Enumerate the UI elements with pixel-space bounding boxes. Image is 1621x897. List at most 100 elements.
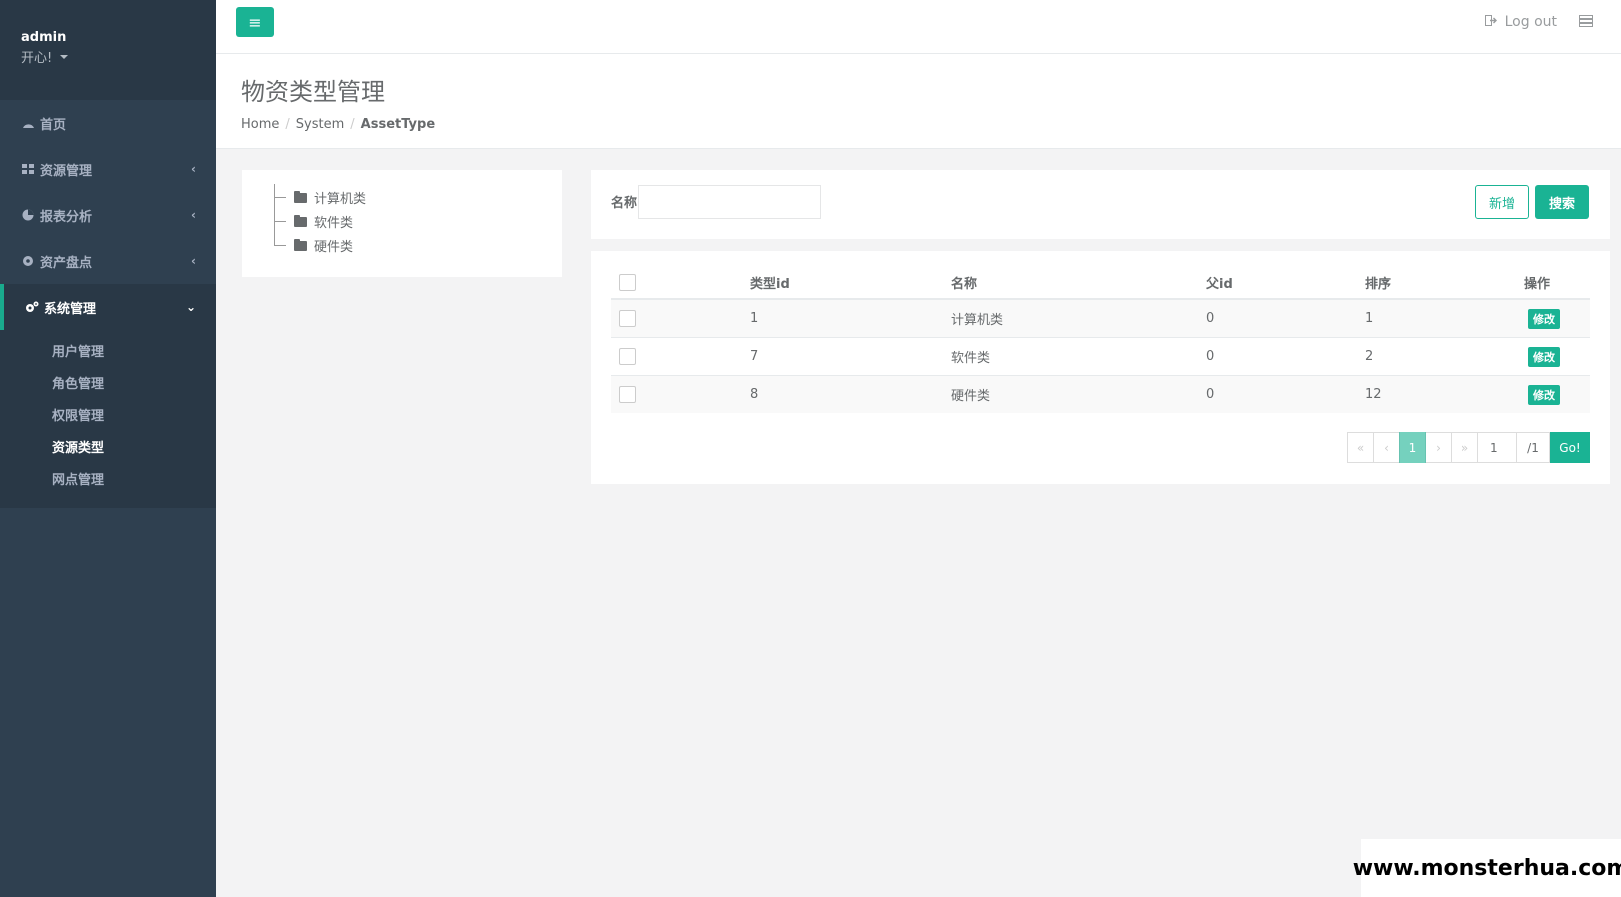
tasks-icon[interactable]: [1579, 15, 1593, 31]
sign-out-icon: [1484, 14, 1497, 30]
sidebar-item-reports[interactable]: 报表分析 ‹: [0, 192, 216, 238]
top-navbar: ≡ Log out: [216, 0, 1621, 54]
cell-parent: 0: [1206, 387, 1215, 402]
cell-order: 12: [1365, 387, 1382, 402]
grid-icon: [21, 162, 35, 176]
column-header[interactable]: 名称: [951, 273, 977, 292]
cell-id: 7: [750, 349, 759, 364]
edit-button[interactable]: 修改: [1528, 308, 1560, 329]
sidebar-subitem-permissions[interactable]: 权限管理: [0, 398, 216, 430]
tree-branch: [274, 197, 286, 198]
column-header[interactable]: 父id: [1206, 273, 1233, 292]
tree-node[interactable]: 硬件类: [274, 236, 353, 255]
chevron-left-icon: ‹: [191, 208, 196, 222]
cell-order: 1: [1365, 311, 1374, 326]
cell-id: 8: [750, 387, 759, 402]
page-title: 物资类型管理: [241, 78, 385, 106]
page-heading: 物资类型管理 Home / System / AssetType: [216, 54, 1621, 149]
folder-icon: [294, 214, 307, 227]
hamburger-icon: ≡: [248, 12, 262, 32]
table-header-row: 类型id 名称 父id 排序 操作: [611, 267, 1590, 299]
breadcrumb-current: AssetType: [360, 117, 436, 132]
profile-status: 开心!: [21, 51, 53, 66]
pagination: « ‹ 1 › » 1 /1 Go!: [1347, 432, 1590, 463]
sidebar-item-label: 资源管理: [40, 163, 93, 179]
tree-node-label: 计算机类: [314, 192, 367, 207]
edit-button[interactable]: 修改: [1528, 346, 1560, 367]
tree-node-label: 硬件类: [314, 240, 354, 255]
page-number-input[interactable]: 1: [1477, 432, 1517, 463]
prev-page-button[interactable]: ‹: [1373, 432, 1400, 463]
breadcrumb-separator: /: [285, 117, 290, 132]
sidebar-item-label: 首页: [40, 117, 67, 133]
type-tree-panel: 计算机类 软件类 硬件类: [242, 170, 562, 277]
go-button[interactable]: Go!: [1550, 432, 1590, 463]
folder-icon: [294, 238, 307, 251]
column-header[interactable]: 排序: [1365, 273, 1391, 292]
column-header[interactable]: 类型id: [750, 273, 790, 292]
column-header: 操作: [1524, 277, 1551, 292]
table-row: 7 软件类 0 2 修改: [611, 337, 1590, 375]
sidebar-item-resources[interactable]: 资源管理 ‹: [0, 146, 216, 192]
page-total: /1: [1516, 432, 1550, 463]
gear-icon: [21, 254, 35, 268]
cell-order: 2: [1365, 349, 1374, 364]
profile: admin 开心!: [0, 0, 216, 100]
current-page[interactable]: 1: [1399, 432, 1426, 463]
last-page-button[interactable]: »: [1451, 432, 1478, 463]
chevron-left-icon: ‹: [191, 162, 196, 176]
search-button[interactable]: 搜索: [1535, 185, 1589, 219]
folder-icon: [294, 190, 307, 203]
pie-chart-icon: [21, 208, 35, 222]
profile-name: admin: [21, 30, 67, 45]
profile-status-dropdown[interactable]: 开心!: [21, 47, 196, 66]
cell-name: 软件类: [951, 351, 991, 366]
breadcrumb-separator: /: [350, 117, 355, 132]
sidebar-subitem-roles[interactable]: 角色管理: [0, 366, 216, 398]
sidebar-item-inventory[interactable]: 资产盘点 ‹: [0, 238, 216, 284]
sidebar-subitem-outlets[interactable]: 网点管理: [0, 462, 216, 494]
cell-id: 1: [750, 311, 759, 326]
breadcrumb: Home / System / AssetType: [241, 117, 1621, 132]
sidebar-subitem-resource-types[interactable]: 资源类型: [0, 430, 216, 462]
table-row: 8 硬件类 0 12 修改: [611, 375, 1590, 413]
sidebar-item-label: 系统管理: [44, 301, 97, 317]
sidebar-submenu: 用户管理 角色管理 权限管理 资源类型 网点管理: [0, 330, 216, 508]
tree-branch: [274, 245, 286, 246]
edit-button[interactable]: 修改: [1528, 384, 1560, 405]
chevron-down-icon: ⌄: [185, 300, 196, 314]
sidebar-item-label: 资产盘点: [40, 255, 93, 271]
cell-name: 计算机类: [951, 313, 1004, 328]
breadcrumb-home[interactable]: Home: [241, 117, 279, 132]
cell-parent: 0: [1206, 311, 1215, 326]
add-button[interactable]: 新增: [1475, 185, 1529, 219]
cell-name: 硬件类: [951, 389, 991, 404]
sidebar-item-system[interactable]: 系统管理 ⌄: [0, 284, 216, 330]
name-field-label: 名称: [611, 196, 638, 211]
asset-type-table: 类型id 名称 父id 排序 操作 1 计算机类 0 1 修改 7 软件类 0 …: [611, 267, 1590, 413]
sidebar-subitem-users[interactable]: 用户管理: [0, 334, 216, 366]
table-row: 1 计算机类 0 1 修改: [611, 299, 1590, 337]
first-page-button[interactable]: «: [1347, 432, 1374, 463]
row-checkbox[interactable]: [619, 310, 636, 327]
select-all-checkbox[interactable]: [619, 274, 636, 291]
caret-down-icon: [60, 54, 69, 59]
watermark: www.monsterhua.com: [1353, 839, 1621, 897]
sidebar: admin 开心! 首页 资源管理 ‹ 报表分析 ‹ 资产盘点 ‹ 系统管理 ⌄…: [0, 0, 216, 897]
row-checkbox[interactable]: [619, 348, 636, 365]
next-page-button[interactable]: ›: [1425, 432, 1452, 463]
sidebar-item-label: 报表分析: [40, 209, 93, 225]
sidebar-item-home[interactable]: 首页: [0, 100, 216, 146]
search-panel: 名称 新增 搜索: [591, 170, 1610, 239]
logout-link[interactable]: Log out: [1484, 14, 1557, 30]
row-checkbox[interactable]: [619, 386, 636, 403]
tree-node-label: 软件类: [314, 216, 354, 231]
tree-node[interactable]: 计算机类: [274, 188, 366, 207]
logout-label: Log out: [1504, 14, 1557, 30]
menu-toggle-button[interactable]: ≡: [236, 7, 274, 37]
breadcrumb-system[interactable]: System: [296, 117, 344, 132]
name-search-input[interactable]: [638, 185, 821, 219]
tree-node[interactable]: 软件类: [274, 212, 353, 231]
cell-parent: 0: [1206, 349, 1215, 364]
cogs-icon: [25, 300, 39, 314]
